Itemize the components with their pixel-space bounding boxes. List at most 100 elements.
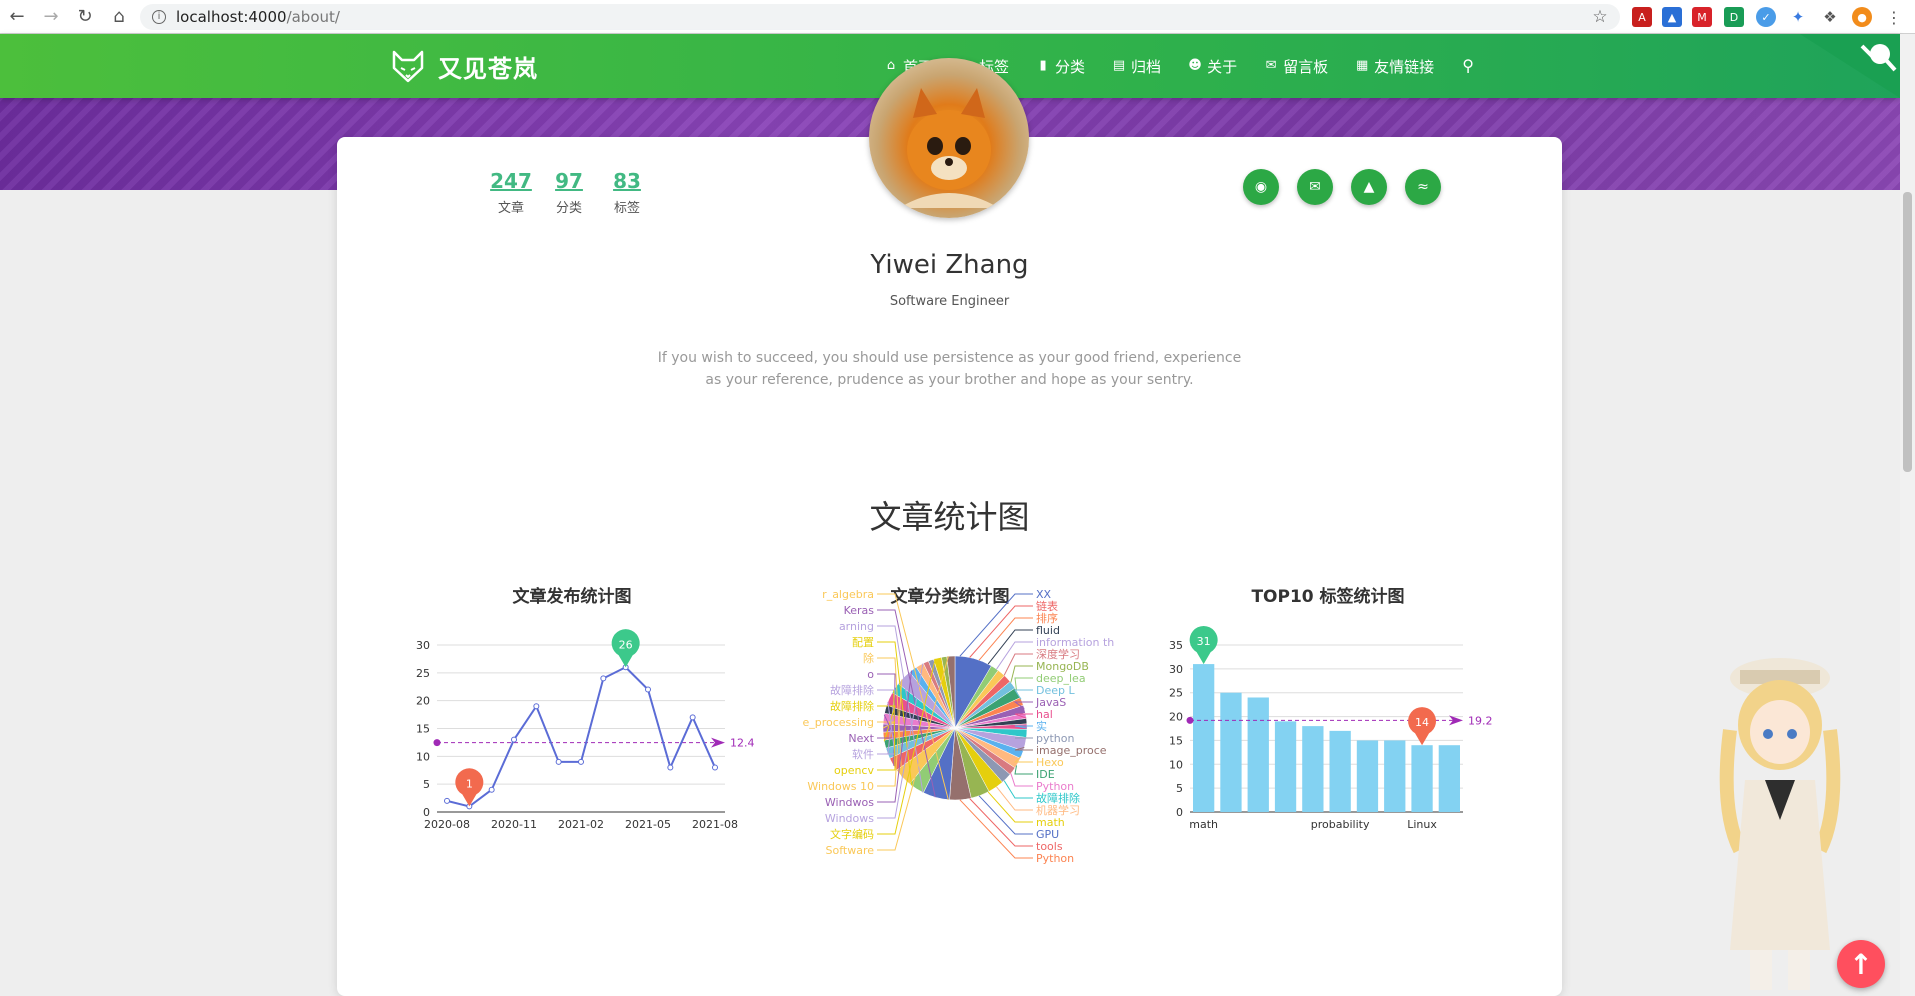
- line-y-tick: 25: [416, 667, 430, 680]
- section-title: 文章统计图: [869, 498, 1030, 536]
- site-brand[interactable]: 又见苍岚: [390, 48, 538, 84]
- red-extension-icon[interactable]: M: [1692, 7, 1712, 27]
- bird-extension-icon[interactable]: ✦: [1788, 7, 1808, 27]
- bar: [1411, 745, 1433, 812]
- line-x-tick: 2020-11: [491, 818, 537, 831]
- fox-logo-icon: [392, 50, 424, 83]
- line-point: [712, 764, 718, 771]
- line-y-tick: 20: [416, 695, 430, 708]
- line-y-tick: 30: [416, 639, 430, 652]
- menu-dots-icon[interactable]: ⋮: [1884, 7, 1904, 27]
- pie-label: o: [867, 668, 874, 681]
- search-button[interactable]: ⚲: [1461, 56, 1480, 75]
- stat-articles-value: 247: [490, 169, 532, 193]
- bar: [1302, 726, 1324, 812]
- brand-name: 又见苍岚: [438, 54, 538, 83]
- bookmark-icon: ▮: [1039, 58, 1047, 73]
- puzzle-extension-icon[interactable]: ❖: [1820, 7, 1840, 27]
- profile-stats: 247 文章 97 分类 83 标签: [482, 169, 656, 216]
- comments-icon: ✉: [1265, 58, 1277, 73]
- menu-categories-label: 分类: [1055, 57, 1086, 76]
- bell-icon[interactable]: ▲: [1351, 169, 1387, 205]
- bookmark-star-icon[interactable]: ☆: [1590, 7, 1610, 27]
- reload-icon[interactable]: ↻: [68, 0, 102, 34]
- scrollbar-thumb[interactable]: [1903, 192, 1912, 472]
- pie-label: opencv: [834, 764, 874, 777]
- pie-label: e_processing: [802, 716, 874, 729]
- stat-tags[interactable]: 83 标签: [598, 169, 656, 216]
- pie-label: 故障排除: [1036, 791, 1080, 805]
- social-links: ◉ ✉ ▲ ≈: [1243, 169, 1459, 205]
- line-y-tick: 5: [423, 778, 430, 791]
- stat-articles[interactable]: 247 文章: [482, 169, 540, 216]
- bar-average-dot: [1186, 716, 1194, 724]
- menu-about-label: 关于: [1207, 57, 1238, 76]
- line-series: [446, 666, 716, 808]
- pdf-extension-icon[interactable]: A: [1632, 7, 1652, 27]
- back-to-top-button[interactable]: ↑: [1837, 940, 1885, 988]
- bar-y-tick: 10: [1169, 758, 1183, 771]
- back-icon[interactable]: ←: [0, 0, 34, 34]
- pie-leader-line: [987, 629, 1033, 665]
- page-scrollbar[interactable]: [1900, 34, 1915, 996]
- menu-archives[interactable]: ▤ 归档: [1112, 56, 1161, 77]
- pie-label: Windows 10: [807, 780, 874, 793]
- rss-icon[interactable]: ≈: [1405, 169, 1441, 205]
- pie-label: 机器学习: [1036, 803, 1080, 817]
- pie-label: 故障排除: [830, 699, 874, 713]
- address-bar[interactable]: i localhost:4000/about/: [140, 4, 1620, 30]
- arrow-up-icon: ↑: [1849, 947, 1873, 981]
- info-icon[interactable]: i: [152, 10, 166, 24]
- pie-label: 深度学习: [1036, 647, 1080, 661]
- pie-label: 实: [1036, 719, 1047, 733]
- pie-label: Windows: [825, 812, 874, 825]
- line-point: [689, 714, 696, 721]
- graduation-extension-icon[interactable]: ▲: [1662, 7, 1682, 27]
- pie-leader-line: [969, 605, 1033, 658]
- email-icon[interactable]: ✉: [1297, 169, 1333, 205]
- fox-avatar-icon: [899, 88, 999, 208]
- menu-friend-links[interactable]: ▦ 友情链接: [1355, 56, 1434, 77]
- url-host: localhost:4000: [176, 8, 287, 26]
- pie-leader-line: [1003, 653, 1033, 676]
- archive-icon: ▤: [1112, 58, 1126, 73]
- bar: [1247, 697, 1269, 812]
- stat-categories[interactable]: 97 分类: [540, 169, 598, 216]
- line-average-label: 12.46: [730, 737, 755, 750]
- green-extension-icon[interactable]: D: [1724, 7, 1744, 27]
- bar-y-tick: 25: [1169, 687, 1183, 700]
- profile-avatar-icon[interactable]: ●: [1852, 7, 1872, 27]
- line-point: [533, 703, 540, 710]
- blue-check-extension-icon[interactable]: ✓: [1756, 7, 1776, 27]
- stat-articles-label: 文章: [497, 201, 524, 216]
- profile-role: Software Engineer: [889, 294, 1010, 309]
- github-icon[interactable]: ◉: [1243, 169, 1279, 205]
- bar-chart-title: TOP10 标签统计图: [1251, 587, 1405, 607]
- line-max-label: 26: [619, 638, 633, 651]
- bar-max-label: 31: [1197, 635, 1211, 648]
- line-x-tick: 2020-08: [424, 818, 470, 831]
- line-point: [444, 797, 450, 804]
- home-icon[interactable]: ⌂: [102, 0, 136, 34]
- search-icon: ⚲: [1462, 56, 1474, 75]
- profile-motto: If you wish to succeed, you should use p…: [657, 350, 1242, 388]
- pie-leader-line: [1010, 773, 1033, 787]
- pie-label: Software: [826, 844, 875, 857]
- pie-label: Next: [848, 732, 874, 745]
- line-chart: 0510152025302020-08 2020-11 2021-02 2021-05…: [416, 629, 755, 831]
- line-x-tick: 2021-08: [692, 818, 738, 831]
- pie-label: Keras: [844, 604, 875, 617]
- bar: [1329, 730, 1351, 812]
- pie-label: 文字编码: [830, 827, 874, 841]
- bar-chart: 0 5 10 15 20 25 30 35 math probability Linux 19.2 31…: [1169, 625, 1493, 831]
- pie-label: arning: [839, 620, 874, 633]
- line-point: [488, 786, 495, 793]
- menu-guestbook[interactable]: ✉ 留言板: [1264, 56, 1328, 77]
- menu-about[interactable]: ☻ 关于: [1188, 56, 1237, 77]
- pie-leader-line: [1010, 665, 1033, 683]
- pie-label: 链表: [1036, 599, 1058, 613]
- menu-categories[interactable]: ▮ 分类: [1036, 56, 1085, 77]
- forward-icon[interactable]: →: [34, 0, 68, 34]
- browser-toolbar: ← → ↻ ⌂ i localhost:4000/about/ ☆ A ▲ M …: [0, 0, 1915, 34]
- bar-average-label: 19.2: [1468, 714, 1493, 727]
